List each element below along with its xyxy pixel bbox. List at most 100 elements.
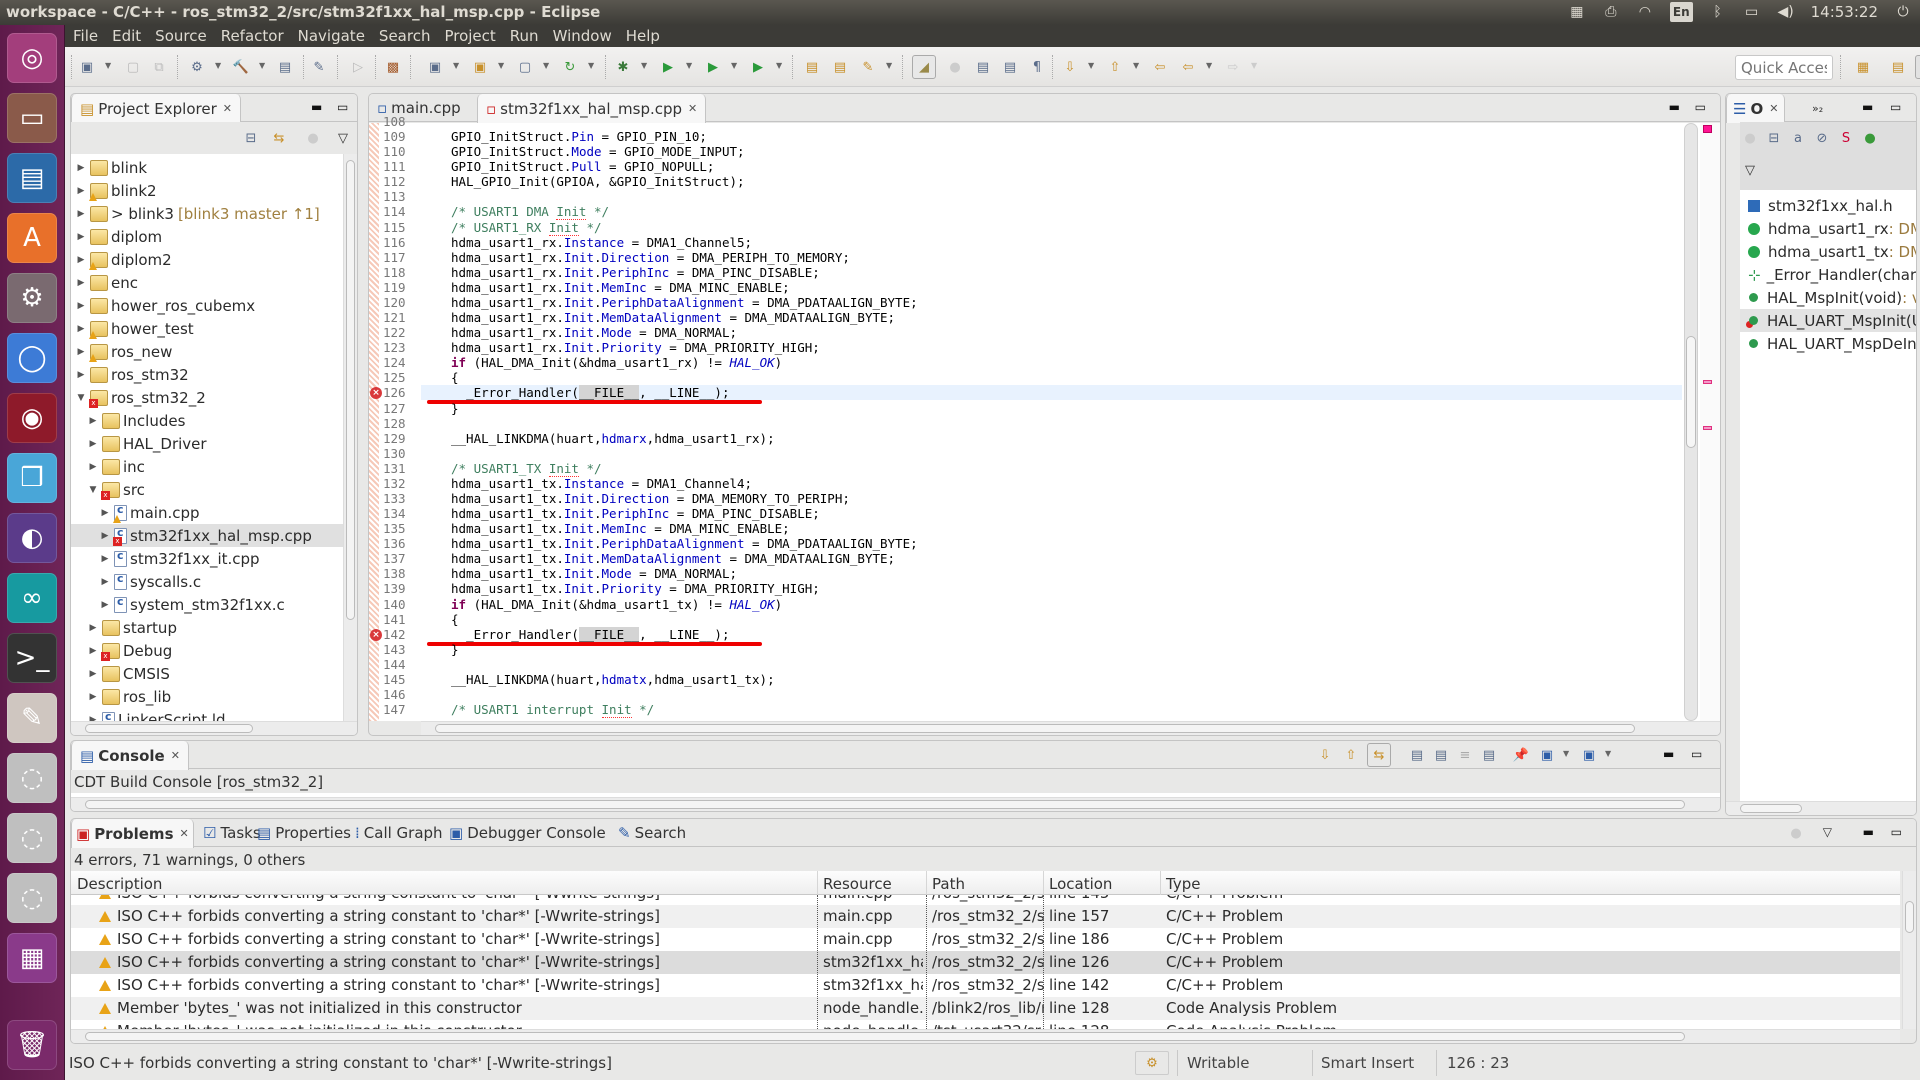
pin-icon[interactable]: ✎ xyxy=(309,57,329,77)
new-project-dropdown-icon[interactable]: ▼ xyxy=(453,61,463,71)
close-icon[interactable]: ✕ xyxy=(180,827,189,840)
minimize-icon[interactable]: ▬ xyxy=(1862,100,1873,114)
clock[interactable]: 14:53:22 xyxy=(1811,2,1878,22)
text-icon[interactable]: ▤ xyxy=(1431,745,1451,765)
collapsed-arrow-icon[interactable]: ▶ xyxy=(75,255,87,265)
outline-item[interactable]: stm32f1xx_hal.h xyxy=(1740,194,1916,217)
tree-item[interactable]: ▶ CMSIS xyxy=(71,662,343,685)
code-line[interactable]: hdma_usart1_tx.Init.Mode = DMA_NORMAL; xyxy=(421,566,1682,581)
tab-console[interactable]: ▤ Console ✕ xyxy=(71,741,189,770)
arduino-icon[interactable]: ∞ xyxy=(7,573,57,623)
outline-item[interactable]: hdma_usart1_tx : DMA_ xyxy=(1740,240,1916,263)
tab-outline[interactable]: ☰ O ✕ xyxy=(1726,94,1786,123)
code-line[interactable]: hdma_usart1_tx.Init.PeriphDataAlignment … xyxy=(421,536,1682,551)
tree-item[interactable]: ▶ hower_ros_cubemx xyxy=(71,294,343,317)
run-coverage-icon[interactable]: ▶ xyxy=(748,57,768,77)
project-tree-vscrollbar[interactable] xyxy=(343,154,357,721)
run-coverage-dropdown-icon[interactable]: ▼ xyxy=(776,61,786,71)
drive-3-icon[interactable]: ◌ xyxy=(7,873,57,923)
run-icon[interactable]: ▶ xyxy=(658,57,678,77)
libreoffice-impress-icon[interactable]: ▤ xyxy=(7,153,57,203)
workspaces-icon[interactable]: ▦ xyxy=(1568,2,1586,22)
collapse-all-icon[interactable]: ⊟ xyxy=(241,128,261,148)
error-overview-marker[interactable] xyxy=(1703,380,1712,384)
grid-icon[interactable]: ▩ xyxy=(383,57,403,77)
back-icon[interactable]: ⇦ xyxy=(1178,57,1198,77)
maximize-icon[interactable]: ▭ xyxy=(1890,100,1901,114)
printer-icon[interactable]: ⎙ xyxy=(1602,2,1620,22)
problem-row[interactable]: Member 'bytes_' was not initialized in t… xyxy=(71,1020,1900,1029)
code-line[interactable]: /* USART1 interrupt Init */ xyxy=(421,702,1682,719)
search-tool-icon[interactable]: ✎ xyxy=(858,57,878,77)
tab-call-graph[interactable]: ⁞ Call Graph xyxy=(351,819,447,847)
expanded-arrow-icon[interactable]: ▼ xyxy=(75,393,87,403)
code-line[interactable]: HAL_GPIO_Init(GPIOA, &GPIO_InitStruct); xyxy=(421,174,1682,189)
ubuntu-dash-icon[interactable]: ◎ xyxy=(7,33,57,83)
code-line[interactable]: _Error_Handler(__FILE__, __LINE__); xyxy=(421,385,1682,402)
error-marker-icon[interactable]: × xyxy=(370,628,382,641)
display-console-dropdown-icon[interactable]: ▼ xyxy=(1563,749,1573,759)
menu-source[interactable]: Source xyxy=(155,27,207,45)
link-with-editor-icon[interactable]: ⇆ xyxy=(269,128,289,148)
code-line[interactable]: hdma_usart1_rx.Init.MemDataAlignment = D… xyxy=(421,310,1682,325)
tab-problems[interactable]: ▣ Problems ✕ xyxy=(71,819,194,848)
run-external-icon[interactable]: ▶ xyxy=(703,57,723,77)
resource-perspective-icon[interactable]: ▤ xyxy=(1888,57,1908,77)
menu-navigate[interactable]: Navigate xyxy=(298,27,365,45)
editor-vscrollbar[interactable] xyxy=(1684,123,1698,721)
collapsed-arrow-icon[interactable]: ▶ xyxy=(87,416,99,426)
tree-item[interactable]: ▶ > blink3 [blink3 master ↑1] xyxy=(71,202,343,225)
minimize-icon[interactable]: ▬ xyxy=(1863,825,1874,839)
tree-item[interactable]: ▶ inc xyxy=(71,455,343,478)
collaborate-icon[interactable]: ● xyxy=(945,57,965,77)
close-icon[interactable]: ✕ xyxy=(688,102,697,115)
code-line[interactable]: hdma_usart1_tx.Init.MemInc = DMA_MINC_EN… xyxy=(421,521,1682,536)
code-line[interactable]: hdma_usart1_tx.Init.Priority = DMA_PRIOR… xyxy=(421,581,1682,596)
build-configuration-icon[interactable]: ⚙ xyxy=(187,57,207,77)
console-hscrollbar[interactable] xyxy=(71,797,1720,811)
collapsed-arrow-icon[interactable]: ▶ xyxy=(87,623,99,633)
forward-dropdown-icon[interactable]: ▼ xyxy=(1251,61,1261,71)
collaborate-icon[interactable]: ● xyxy=(1786,823,1806,843)
volume-icon[interactable]: ◀) xyxy=(1777,2,1795,22)
tree-item[interactable]: ▼ x src xyxy=(71,478,343,501)
menu-project[interactable]: Project xyxy=(444,27,495,45)
menu-file[interactable]: File xyxy=(73,27,98,45)
code-line[interactable]: hdma_usart1_rx.Init.Mode = DMA_NORMAL; xyxy=(421,325,1682,340)
app-red-icon[interactable]: ◉ xyxy=(7,393,57,443)
column-separator[interactable] xyxy=(926,871,927,895)
column-header-type[interactable]: Type xyxy=(1166,875,1200,893)
code-line[interactable]: /* USART1_TX Init */ xyxy=(421,460,1682,477)
collapse-all-icon[interactable]: ⊟ xyxy=(1764,128,1784,148)
tree-item[interactable]: ▶ hower_test xyxy=(71,317,343,340)
minimize-icon[interactable]: ▬ xyxy=(311,100,322,114)
collapsed-arrow-icon[interactable]: ▶ xyxy=(75,209,87,219)
open-perspective-icon[interactable]: ▦ xyxy=(1853,57,1873,77)
collapsed-arrow-icon[interactable]: ▶ xyxy=(99,577,111,587)
tree-item[interactable]: ▶ x Debug xyxy=(71,639,343,662)
tree-item[interactable]: ▶ main.cpp xyxy=(71,501,343,524)
problem-row[interactable]: ISO C++ forbids converting a string cons… xyxy=(71,905,1900,929)
code-line[interactable]: hdma_usart1_tx.Instance = DMA1_Channel4; xyxy=(421,476,1682,491)
maximize-icon[interactable]: ▭ xyxy=(1695,100,1706,114)
build-icon[interactable]: 🔨 xyxy=(231,57,251,77)
next-annotation-icon[interactable]: ⇩ xyxy=(1060,57,1080,77)
open-console-icon[interactable]: ▣ xyxy=(1579,745,1599,765)
outline-item[interactable]: ⊹ _Error_Handler(char* xyxy=(1740,263,1916,286)
code-line[interactable]: hdma_usart1_tx.Init.PeriphInc = DMA_PINC… xyxy=(421,506,1682,521)
collapsed-arrow-icon[interactable]: ▶ xyxy=(87,692,99,702)
save-all-icon[interactable]: ⧉ xyxy=(149,57,169,77)
column-header-description[interactable]: Description xyxy=(77,875,162,893)
code-line[interactable]: hdma_usart1_rx.Init.PeriphInc = DMA_PINC… xyxy=(421,265,1682,280)
hide-static-icon[interactable]: S xyxy=(1836,128,1856,148)
open-element-icon[interactable]: ▤ xyxy=(830,57,850,77)
link-icon[interactable]: ⇆ xyxy=(1367,743,1391,767)
collapsed-arrow-icon[interactable]: ▶ xyxy=(87,646,99,656)
code-line[interactable]: hdma_usart1_rx.Init.PeriphDataAlignment … xyxy=(421,295,1682,310)
code-line[interactable]: __HAL_LINKDMA(huart,hdmarx,hdma_usart1_r… xyxy=(421,431,1682,446)
code-line[interactable]: hdma_usart1_tx.Init.Direction = DMA_MEMO… xyxy=(421,491,1682,506)
code-line[interactable]: GPIO_InitStruct.Pull = GPIO_NOPULL; xyxy=(421,159,1682,174)
collapsed-arrow-icon[interactable]: ▶ xyxy=(75,186,87,196)
refresh-dropdown-icon[interactable]: ▼ xyxy=(588,61,598,71)
outline-hscrollbar[interactable] xyxy=(1726,801,1916,815)
